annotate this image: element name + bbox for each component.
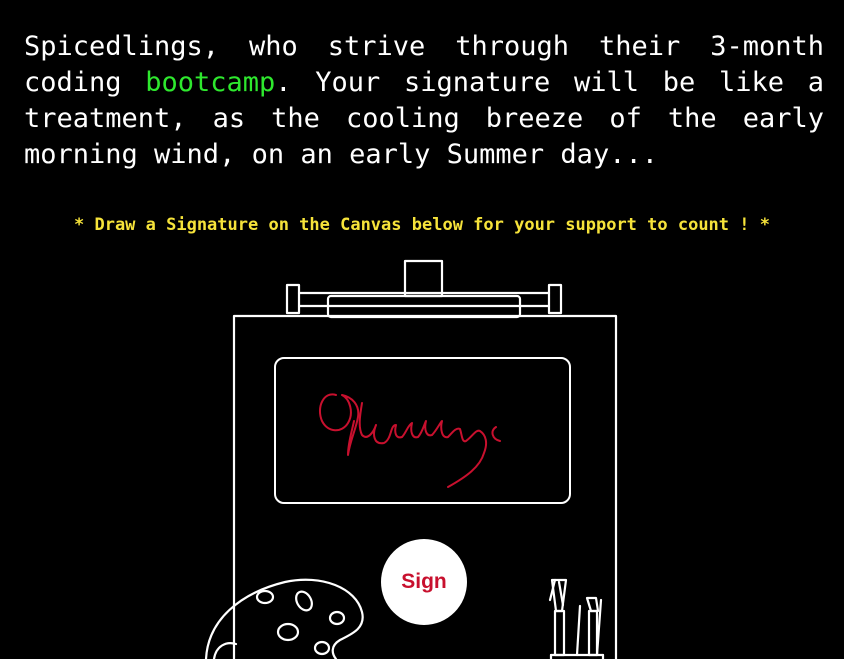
sign-button[interactable]: Sign (381, 539, 467, 625)
signature-drawing (318, 393, 501, 488)
palette-icon (204, 578, 364, 659)
signature-canvas[interactable] (274, 357, 571, 504)
petition-page: Spicedlings, who strive through their 3-… (0, 0, 844, 659)
brushes-icon (548, 578, 605, 659)
signature-instruction: * Draw a Signature on the Canvas below f… (74, 215, 770, 235)
intro-paragraph: Spicedlings, who strive through their 3-… (24, 29, 824, 173)
intro-highlight: bootcamp (145, 67, 276, 98)
